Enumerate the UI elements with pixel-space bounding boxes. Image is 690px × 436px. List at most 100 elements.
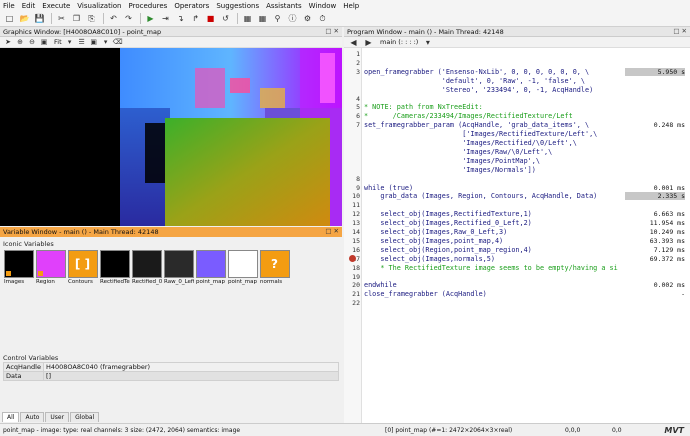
control-variable-row[interactable]: AcqHandle H4008OA8C040 (framegrabber) xyxy=(3,362,340,372)
variable-window-title: Variable Window - main () - Main Thread:… xyxy=(0,227,342,237)
line-number: 15 xyxy=(352,236,360,245)
zoom-select[interactable]: Fit xyxy=(54,38,62,46)
code-line[interactable]: select_obj(Region,point_map_region,4) xyxy=(364,246,531,254)
menu-suggestions[interactable]: Suggestions xyxy=(216,2,259,10)
new-file-icon[interactable]: □ xyxy=(3,12,16,25)
pointer-icon[interactable]: ➤ xyxy=(3,37,13,47)
code-line[interactable]: 'Images/Raw/\0/Left',\ xyxy=(364,148,552,156)
code-line[interactable]: close_framegrabber (AcqHandle) xyxy=(364,290,487,298)
program-toolbar: ◀ ▶ main (: : : :) ▾ xyxy=(344,37,690,48)
zoom-out-icon[interactable]: ⊖ xyxy=(27,37,37,47)
variable-thumbnail: ? xyxy=(259,250,290,278)
variable-name: Contours xyxy=(68,279,93,285)
stopwatch-icon[interactable]: ⏱ xyxy=(316,12,329,25)
run-icon[interactable]: ▶ xyxy=(144,12,157,25)
iconic-variables-list: Images Region [ ] Contours RectifiedTe Rectif… xyxy=(3,250,291,285)
menu-execute[interactable]: Execute xyxy=(42,2,70,10)
code-line[interactable]: 'Images/Normals']) xyxy=(364,166,536,174)
code-line[interactable]: select_obj(Images,RectifiedTexture,1) xyxy=(364,210,531,218)
point-map-rendering xyxy=(0,48,342,226)
code-line[interactable]: 'Images/PointMap',\ xyxy=(364,157,540,165)
menu-procedures[interactable]: Procedures xyxy=(129,2,168,10)
open-file-icon[interactable]: 📂 xyxy=(18,12,31,25)
code-line[interactable]: endwhile xyxy=(364,281,397,289)
list-icon[interactable]: ☰ xyxy=(77,37,87,47)
info-icon[interactable]: ⓘ xyxy=(286,12,299,25)
code-line[interactable]: * /Cameras/233494/Images/RectifiedTextur… xyxy=(364,112,573,120)
menu-edit[interactable]: Edit xyxy=(22,2,36,10)
window-controls[interactable]: □ ✕ xyxy=(325,27,339,35)
window-icon[interactable]: ▦ xyxy=(241,12,254,25)
program-editor[interactable]: 1 2 3 open_framegrabber ('Ensenso-NxLib', 0… xyxy=(344,48,690,423)
copy-icon[interactable]: ❐ xyxy=(70,12,83,25)
menu-visualization[interactable]: Visualization xyxy=(77,2,121,10)
tab-auto[interactable]: Auto xyxy=(20,412,45,422)
variable-name: point_map xyxy=(228,279,257,285)
tab-global[interactable]: Global xyxy=(70,412,100,422)
fit-icon[interactable]: ▣ xyxy=(39,37,49,47)
code-line[interactable]: * The RectifiedTexture image seems to be… xyxy=(364,264,617,272)
cut-icon[interactable]: ✂ xyxy=(55,12,68,25)
menu-help[interactable]: Help xyxy=(343,2,359,10)
tab-user[interactable]: User xyxy=(45,412,70,422)
step-over-icon[interactable]: ⇥ xyxy=(159,12,172,25)
forward-icon[interactable]: ▶ xyxy=(362,36,375,49)
zoom-icon[interactable]: ⚲ xyxy=(271,12,284,25)
chevron-down-icon[interactable]: ▾ xyxy=(101,37,111,47)
window-controls[interactable]: □ ✕ xyxy=(673,27,687,35)
zoom-in-icon[interactable]: ⊕ xyxy=(15,37,25,47)
execution-time: 0.248 ms xyxy=(653,121,685,130)
back-icon[interactable]: ◀ xyxy=(347,36,360,49)
iconic-variable[interactable]: Images xyxy=(3,250,34,285)
point-map-image[interactable] xyxy=(0,48,342,226)
chevron-down-icon[interactable]: ▾ xyxy=(421,36,434,49)
code-line[interactable]: select_obj(Images,Raw_0_Left,3) xyxy=(364,228,507,236)
code-line[interactable]: * NOTE: path from NxTreeEdit: xyxy=(364,103,483,111)
step-out-icon[interactable]: ↱ xyxy=(189,12,202,25)
clear-icon[interactable]: ⌫ xyxy=(113,37,123,47)
chevron-down-icon[interactable]: ▾ xyxy=(65,37,75,47)
tab-all[interactable]: All xyxy=(2,412,20,422)
iconic-variable[interactable]: Rectified_0 xyxy=(131,250,162,285)
redo-icon[interactable]: ↷ xyxy=(122,12,135,25)
code-line[interactable]: grab_data (Images, Region, Contours, Acq… xyxy=(364,192,597,200)
options-icon[interactable]: ⚙ xyxy=(301,12,314,25)
menu-operators[interactable]: Operators xyxy=(174,2,209,10)
iconic-variable[interactable]: ? normals xyxy=(259,250,290,285)
code-line[interactable]: 'Images/Rectified/\0/Left',\ xyxy=(364,139,577,147)
stop-icon[interactable]: ■ xyxy=(204,12,217,25)
iconic-variable[interactable]: Region xyxy=(35,250,66,285)
iconic-variable[interactable]: point_map xyxy=(195,250,226,285)
iconic-variable[interactable]: RectifiedTe xyxy=(99,250,130,285)
array-badge-icon xyxy=(37,271,43,276)
code-line[interactable]: select_obj(Images,Rectified_0_Left,2) xyxy=(364,219,531,227)
window-controls[interactable]: □ ✕ xyxy=(325,227,339,235)
variable-name: Raw_0_Left xyxy=(164,279,194,285)
save-icon[interactable]: 💾 xyxy=(33,12,46,25)
control-variable-row[interactable]: Data[] xyxy=(3,371,340,381)
code-line[interactable]: ['Images/RectifiedTexture/Left',\ xyxy=(364,130,597,138)
grid-icon[interactable]: ▦ xyxy=(256,12,269,25)
step-into-icon[interactable]: ↴ xyxy=(174,12,187,25)
menu-file[interactable]: File xyxy=(3,2,15,10)
procedure-select[interactable]: main (: : : :) xyxy=(380,38,418,46)
variable-thumbnail xyxy=(3,250,34,278)
code-line[interactable]: select_obj(Images,point_map,4) xyxy=(364,237,503,245)
iconic-variable[interactable]: [ ] Contours xyxy=(67,250,98,285)
code-line[interactable]: while (true) xyxy=(364,184,413,192)
code-line[interactable]: 'Stereo', '233494', 0, -1, AcqHandle) xyxy=(364,86,593,94)
menu-assistants[interactable]: Assistants xyxy=(266,2,302,10)
palette-icon[interactable]: ▣ xyxy=(89,37,99,47)
paste-icon[interactable]: ⎘ xyxy=(85,12,98,25)
undo-icon[interactable]: ↶ xyxy=(107,12,120,25)
iconic-variable[interactable]: Raw_0_Left xyxy=(163,250,194,285)
execution-time: 6.663 ms xyxy=(653,210,685,219)
code-line[interactable]: set_framegrabber_param (AcqHandle, 'grab… xyxy=(364,121,589,129)
code-line[interactable]: open_framegrabber ('Ensenso-NxLib', 0, 0… xyxy=(364,68,589,76)
control-variable-name: Data xyxy=(3,371,44,381)
code-line[interactable]: 'default', 0, 'Raw', -1, 'false', \ xyxy=(364,77,585,85)
iconic-variable[interactable]: point_map xyxy=(227,250,258,285)
code-line[interactable]: select_obj(Images,normals,5) xyxy=(364,255,495,263)
menu-window[interactable]: Window xyxy=(309,2,337,10)
reset-icon[interactable]: ↺ xyxy=(219,12,232,25)
